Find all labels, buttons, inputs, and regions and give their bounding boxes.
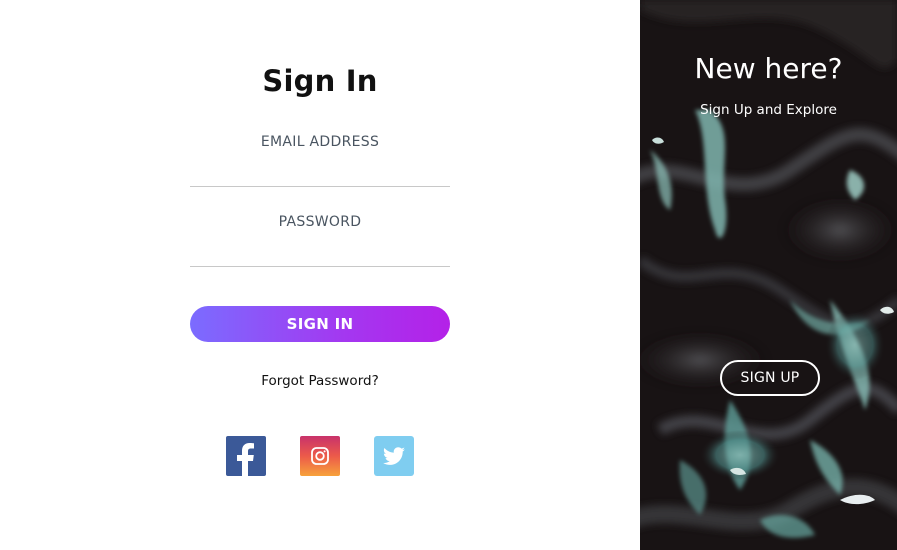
login-page: Sign In EMAIL ADDRESS PASSWORD SIGN IN F… [0,0,897,550]
password-label: PASSWORD [278,214,362,230]
twitter-icon [374,436,414,476]
instagram-icon [300,436,340,476]
password-field-group: PASSWORD [190,214,450,267]
twitter-button[interactable] [374,436,414,476]
forgot-password-link[interactable]: Forgot Password? [0,373,640,389]
facebook-icon [226,436,266,476]
signup-button[interactable]: SIGN UP [720,360,820,396]
signup-heading: New here? [694,52,843,85]
email-input[interactable] [190,160,450,187]
email-label: EMAIL ADDRESS [260,134,380,150]
email-field-group: EMAIL ADDRESS [190,134,450,187]
password-input[interactable] [190,240,450,267]
signin-title: Sign In [262,64,378,98]
signin-panel: Sign In EMAIL ADDRESS PASSWORD SIGN IN F… [0,0,640,550]
signin-button[interactable]: SIGN IN [190,306,450,342]
signup-subheading: Sign Up and Explore [700,102,837,118]
signup-panel: New here? Sign Up and Explore SIGN UP [640,0,897,550]
instagram-button[interactable] [300,436,340,476]
facebook-button[interactable] [226,436,266,476]
